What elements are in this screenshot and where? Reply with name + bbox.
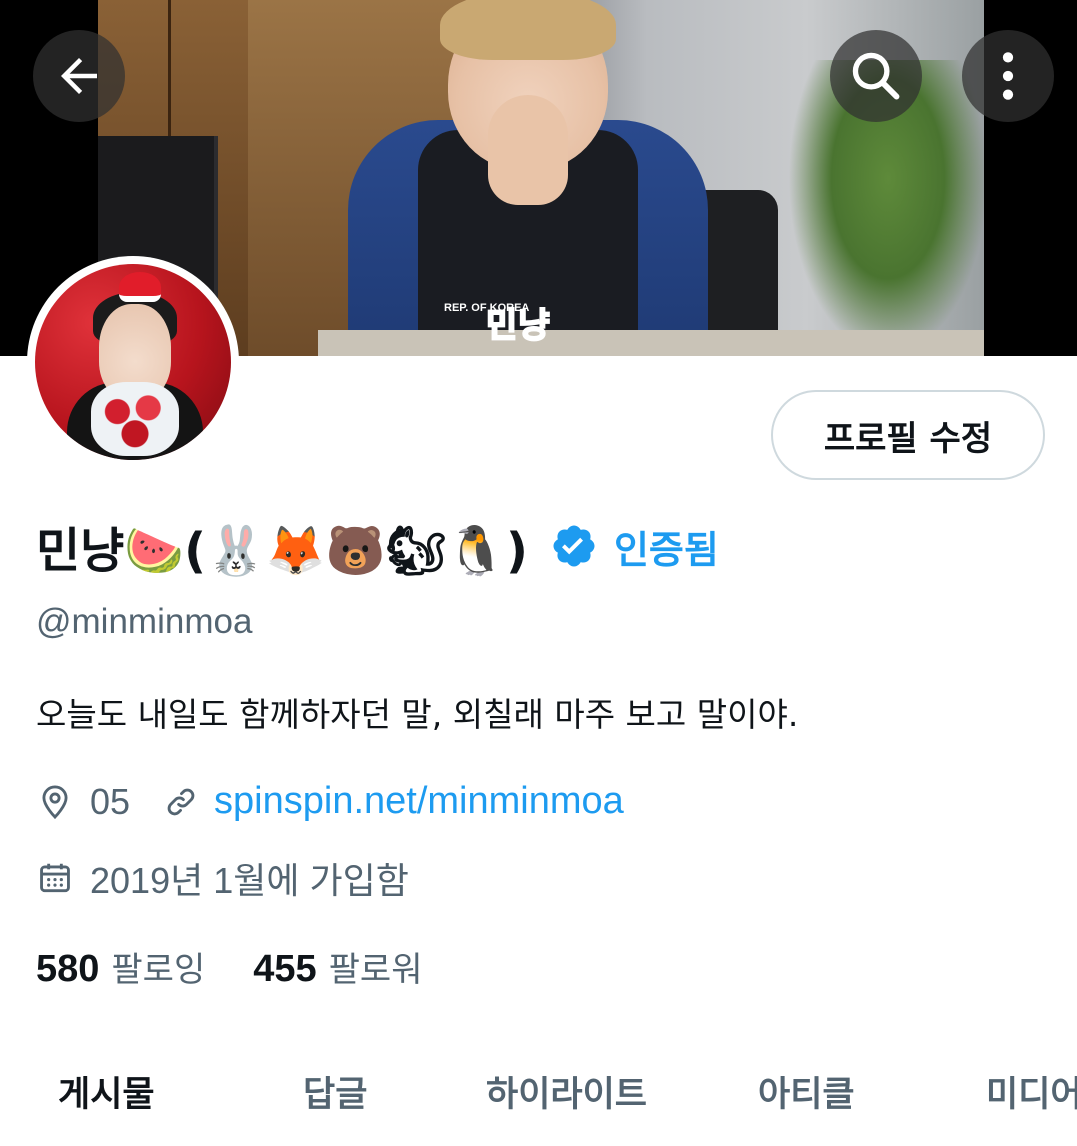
verified-label[interactable]: 인증됨 [614,519,719,574]
following-link[interactable]: 580 팔로잉 [36,942,205,991]
tab-replies[interactable]: 답글 [303,1066,367,1117]
arrow-left-icon [61,58,97,94]
edit-profile-button[interactable]: 프로필 수정 [771,390,1045,480]
profile-tabs: 게시물 답글 하이라이트 아티클 미디어 [0,1066,1077,1146]
bio: 오늘도 내일도 함께하자던 말, 외칠래 마주 보고 말이야. [36,695,799,734]
tab-highlights[interactable]: 하이라이트 [486,1066,647,1117]
website-link[interactable]: spinspin.net/minminmoa [214,780,624,823]
meta-location-website: 05 spinspin.net/minminmoa [36,780,624,823]
avatar-image [35,264,231,460]
tab-posts[interactable]: 게시물 [58,1066,155,1117]
display-name: 민냥🍉(🐰🦊🐻🐿🐧) [36,523,528,579]
followers-label: 팔로워 [328,950,423,990]
banner-desk [318,330,984,356]
name-row: 민냥🍉(🐰🦊🐻🐿🐧) 인증됨 [36,506,719,586]
tab-media[interactable]: 미디어 [986,1066,1077,1117]
link-icon [167,788,195,815]
location-text: 05 [90,780,131,822]
banner-caption: 민냥 [485,305,551,347]
followers-count: 455 [253,948,317,990]
calendar-icon [40,863,70,893]
search-icon [852,52,900,100]
followers-link[interactable]: 455 팔로워 [253,942,422,991]
verified-badge-icon[interactable] [550,522,598,570]
back-button[interactable] [33,30,125,122]
location-pin-icon [42,785,68,819]
follow-stats: 580 팔로잉 455 팔로워 [36,942,423,991]
meta-joined: 2019년 1월에 가입함 [36,852,409,904]
user-handle: @minminmoa [36,602,253,641]
avatar[interactable] [27,256,239,468]
tab-articles[interactable]: 아티클 [758,1066,855,1117]
more-button[interactable] [962,30,1054,122]
search-button[interactable] [830,30,922,122]
joined-text: 2019년 1월에 가입함 [90,860,409,901]
more-vertical-icon [1002,52,1014,100]
following-count: 580 [36,948,100,990]
following-label: 팔로잉 [111,950,206,990]
